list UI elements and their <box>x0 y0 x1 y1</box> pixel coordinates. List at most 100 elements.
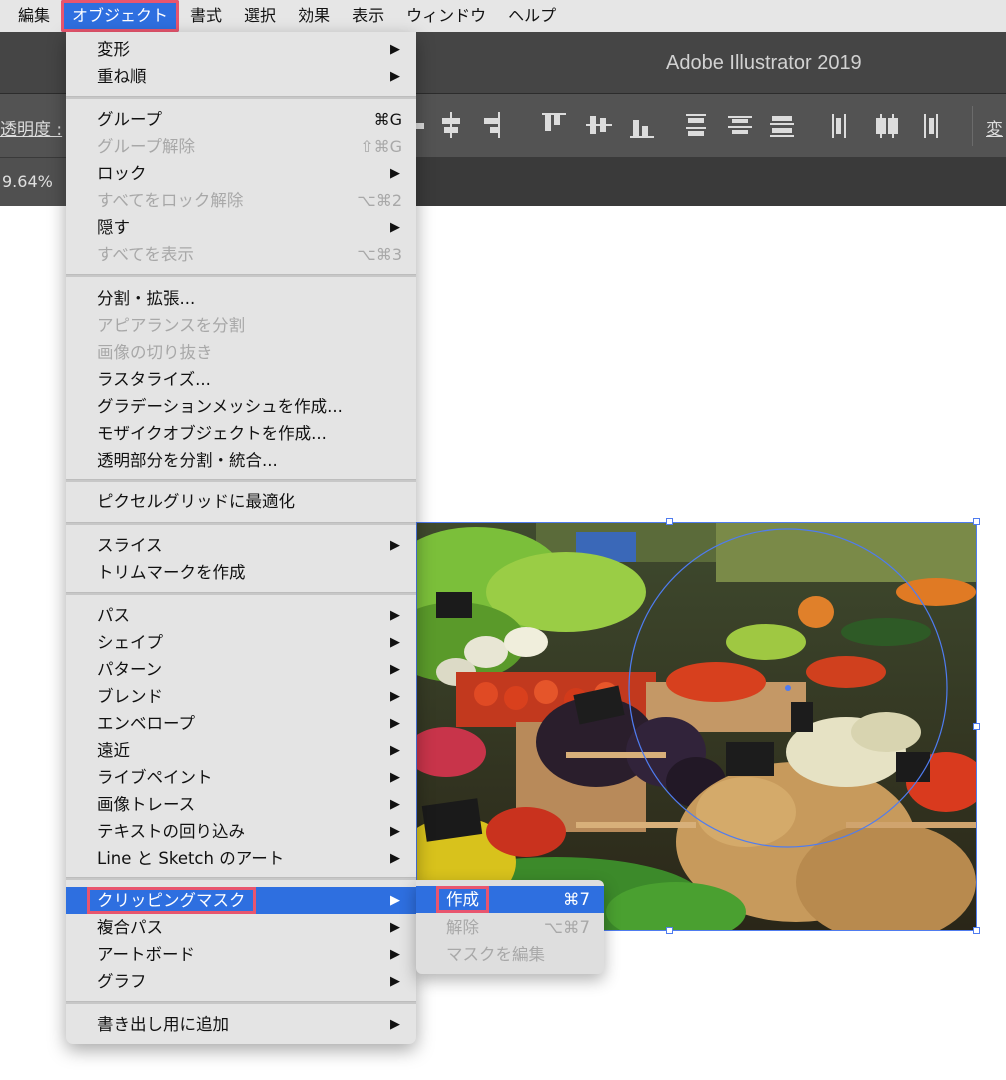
transform-label[interactable]: 変 <box>986 115 1003 140</box>
menu-item-image-trace[interactable]: 画像トレース ▶ <box>66 791 416 818</box>
menu-item-shortcut: ⌥⌘2 <box>357 191 402 210</box>
menu-item-envelope-distort[interactable]: エンベロープ ▶ <box>66 710 416 737</box>
menu-item-text-wrap[interactable]: テキストの回り込み ▶ <box>66 818 416 845</box>
menu-item-label: グラフ <box>97 972 147 991</box>
menu-item-label: 遠近 <box>97 741 130 760</box>
menu-bar: 編集 オブジェクト 書式 選択 効果 表示 ウィンドウ ヘルプ <box>0 0 1006 32</box>
menu-item-label: すべてをロック解除 <box>97 191 244 210</box>
menu-item-pattern[interactable]: パターン ▶ <box>66 656 416 683</box>
menubar-item-window[interactable]: ウィンドウ <box>395 0 497 32</box>
distribute-vertical-center-icon[interactable] <box>728 116 752 134</box>
menu-item-label: すべてを表示 <box>97 245 194 264</box>
submenu-arrow-icon: ▶ <box>390 608 400 623</box>
menu-item-rasterize[interactable]: ラスタライズ... <box>66 366 416 393</box>
selection-handle[interactable] <box>973 723 980 730</box>
menu-separator <box>66 592 416 595</box>
menu-item-ungroup: グループ解除 ⇧⌘G <box>66 133 416 160</box>
menu-item-shape[interactable]: シェイプ ▶ <box>66 629 416 656</box>
menu-item-flatten-transparency[interactable]: 透明部分を分割・統合... <box>66 447 416 474</box>
distribute-right-icon[interactable] <box>924 114 938 138</box>
align-bottom-icon[interactable] <box>630 120 654 138</box>
submenu-item-edit-mask: マスクを編集 <box>416 941 604 968</box>
align-left-icon[interactable] <box>416 123 424 129</box>
document-tab-zoom[interactable]: 9.64% <box>0 158 70 206</box>
menu-item-expand[interactable]: 分割・拡張... <box>66 285 416 312</box>
selection-handle[interactable] <box>973 518 980 525</box>
menubar-item-view[interactable]: 表示 <box>341 0 395 32</box>
menu-item-hide[interactable]: 隠す ▶ <box>66 214 416 241</box>
menu-separator <box>66 274 416 277</box>
selection-handle[interactable] <box>666 518 673 525</box>
align-horizontal-center-icon[interactable] <box>442 112 460 138</box>
menubar-item-effect[interactable]: 効果 <box>287 0 341 32</box>
submenu-arrow-icon: ▶ <box>390 920 400 935</box>
align-vertical-center-icon[interactable] <box>586 116 612 134</box>
menu-item-label: アートボード <box>97 945 196 964</box>
menu-item-label: ピクセルグリッドに最適化 <box>97 492 295 511</box>
menu-separator <box>66 479 416 482</box>
submenu-item-make[interactable]: 作成 ⌘7 <box>416 886 604 913</box>
menu-item-create-trim-marks[interactable]: トリムマークを作成 <box>66 559 416 586</box>
submenu-arrow-icon: ▶ <box>390 42 400 57</box>
menu-item-transform[interactable]: 変形 ▶ <box>66 36 416 63</box>
menu-item-unlock-all: すべてをロック解除 ⌥⌘2 <box>66 187 416 214</box>
menu-item-path[interactable]: パス ▶ <box>66 602 416 629</box>
menu-separator <box>66 1001 416 1004</box>
menu-item-slice[interactable]: スライス ▶ <box>66 532 416 559</box>
menu-item-label: 解除 <box>446 918 479 937</box>
menu-item-label: 複合パス <box>97 918 163 937</box>
menu-item-perspective[interactable]: 遠近 ▶ <box>66 737 416 764</box>
menubar-item-help[interactable]: ヘルプ <box>497 0 567 32</box>
menu-item-graph[interactable]: グラフ ▶ <box>66 968 416 995</box>
menubar-item-type[interactable]: 書式 <box>179 0 233 32</box>
clipping-mask-submenu: 作成 ⌘7 解除 ⌥⌘7 マスクを編集 <box>416 880 604 974</box>
distribute-top-icon[interactable] <box>686 114 706 136</box>
menu-item-create-object-mosaic[interactable]: モザイクオブジェクトを作成... <box>66 420 416 447</box>
menu-item-label: 隠す <box>97 218 130 237</box>
distribute-left-icon[interactable] <box>832 114 846 138</box>
submenu-arrow-icon: ▶ <box>390 893 400 908</box>
menu-item-label: 透明部分を分割・統合... <box>97 451 278 470</box>
object-menu: 変形 ▶ 重ね順 ▶ グループ ⌘G グループ解除 ⇧⌘G ロック ▶ すべてをロック解除… <box>66 32 416 1044</box>
menu-item-label: 変形 <box>97 40 130 59</box>
selection-handle[interactable] <box>973 927 980 934</box>
menu-separator <box>66 877 416 880</box>
menubar-item-select[interactable]: 選択 <box>233 0 287 32</box>
control-bar-divider <box>972 106 973 146</box>
distribute-bottom-icon[interactable] <box>770 116 794 137</box>
menu-item-live-paint[interactable]: ライブペイント ▶ <box>66 764 416 791</box>
menu-item-label: 重ね順 <box>97 67 147 86</box>
submenu-arrow-icon: ▶ <box>390 797 400 812</box>
submenu-arrow-icon: ▶ <box>390 716 400 731</box>
menu-item-create-gradient-mesh[interactable]: グラデーションメッシュを作成... <box>66 393 416 420</box>
menu-item-artboards[interactable]: アートボード ▶ <box>66 941 416 968</box>
menu-item-blend[interactable]: ブレンド ▶ <box>66 683 416 710</box>
align-top-icon[interactable] <box>542 113 566 131</box>
menu-item-label: アピアランスを分割 <box>97 316 246 335</box>
menu-item-clipping-mask[interactable]: クリッピングマスク ▶ <box>66 887 416 914</box>
menu-item-label: ライブペイント <box>97 768 213 787</box>
menu-item-compound-path[interactable]: 複合パス ▶ <box>66 914 416 941</box>
menu-item-label: エンベロープ <box>97 714 196 733</box>
menu-item-label: スライス <box>97 536 163 555</box>
menu-item-arrange[interactable]: 重ね順 ▶ <box>66 63 416 90</box>
opacity-label[interactable]: 透明度 : <box>0 115 62 140</box>
selection-bounding-box <box>416 522 977 931</box>
menubar-item-edit[interactable]: 編集 <box>0 0 61 32</box>
selection-handle[interactable] <box>666 927 673 934</box>
menubar-item-object[interactable]: オブジェクト <box>61 0 180 32</box>
menu-item-label: ラスタライズ... <box>97 370 211 389</box>
submenu-arrow-icon: ▶ <box>390 662 400 677</box>
menu-item-group[interactable]: グループ ⌘G <box>66 106 416 133</box>
submenu-arrow-icon: ▶ <box>390 220 400 235</box>
distribute-horizontal-center-icon[interactable] <box>876 114 898 138</box>
menu-item-make-pixel-perfect[interactable]: ピクセルグリッドに最適化 <box>66 488 416 515</box>
menu-item-export-for-screens[interactable]: 書き出し用に追加 ▶ <box>66 1011 416 1038</box>
menu-item-lock[interactable]: ロック ▶ <box>66 160 416 187</box>
align-right-icon[interactable] <box>484 112 500 138</box>
submenu-arrow-icon: ▶ <box>390 947 400 962</box>
menu-item-label: シェイプ <box>97 633 163 652</box>
submenu-arrow-icon: ▶ <box>390 166 400 181</box>
menu-item-line-and-sketch-art[interactable]: Line と Sketch のアート ▶ <box>66 845 416 872</box>
menu-item-shortcut: ⌥⌘3 <box>357 245 402 264</box>
